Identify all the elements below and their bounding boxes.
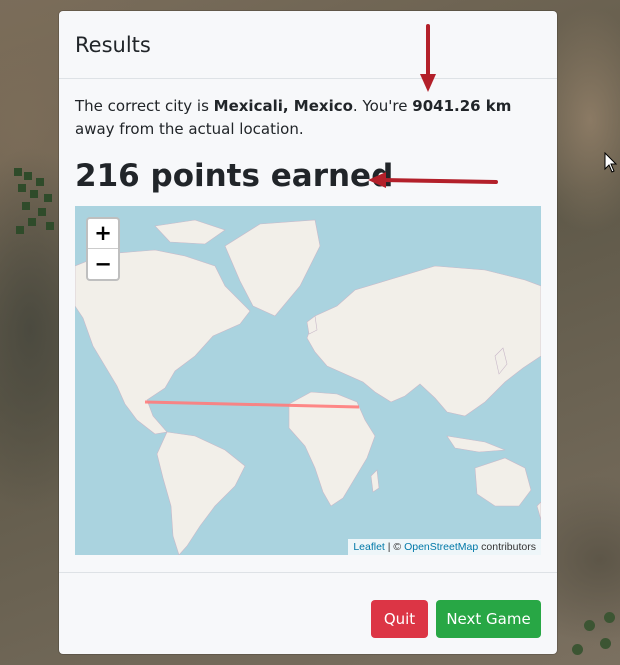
modal-footer: Quit Next Game <box>59 572 557 654</box>
down-arrow-annotation-icon <box>420 24 436 92</box>
africa-land <box>288 391 376 507</box>
modal-title: Results <box>75 33 151 57</box>
world-map-tiles <box>75 219 541 555</box>
result-map[interactable]: + − Leaflet | © OpenStreetMap contributo… <box>75 206 541 555</box>
new-zealand-land <box>536 501 541 521</box>
leaflet-link[interactable]: Leaflet <box>353 541 385 553</box>
arctic-islands-land <box>154 219 226 245</box>
madagascar-land <box>370 469 380 493</box>
zoom-out-button[interactable]: − <box>88 249 118 279</box>
result-message: The correct city is Mexicali, Mexico. Yo… <box>75 95 541 141</box>
result-prefix-text: The correct city is <box>75 97 214 115</box>
mouse-cursor-icon <box>604 152 618 173</box>
south-america-land <box>156 431 246 555</box>
openstreetmap-link[interactable]: OpenStreetMap <box>404 541 478 553</box>
farm-fields <box>14 168 58 238</box>
australia-land <box>474 457 532 507</box>
result-suffix-text: away from the actual location. <box>75 120 304 138</box>
distance-value: 9041.26 km <box>412 97 512 115</box>
map-attribution: Leaflet | © OpenStreetMap contributors <box>348 539 541 555</box>
left-arrow-annotation-icon <box>368 172 498 188</box>
modal-body: The correct city is Mexicali, Mexico. Yo… <box>59 79 557 555</box>
quit-button[interactable]: Quit <box>371 600 428 638</box>
zoom-in-button[interactable]: + <box>88 219 118 249</box>
attribution-separator: | © <box>384 541 405 553</box>
zoom-control: + − <box>86 217 120 281</box>
next-game-button[interactable]: Next Game <box>436 600 541 638</box>
results-modal: Results The correct city is Mexicali, Me… <box>59 11 557 654</box>
modal-header: Results <box>59 11 557 79</box>
europe-asia-land <box>306 265 541 417</box>
correct-city: Mexicali, Mexico <box>213 97 353 115</box>
result-mid-text: . You're <box>352 97 413 115</box>
attribution-suffix: contributors <box>478 541 536 553</box>
indonesia-land <box>446 435 506 453</box>
